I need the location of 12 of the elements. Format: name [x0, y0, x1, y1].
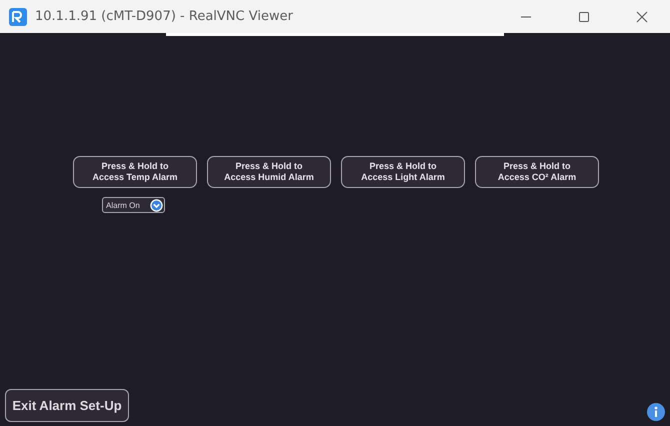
app-logo-icon [9, 8, 27, 26]
alarm-access-button[interactable]: Press & Hold to Access CO² Alarm [475, 156, 599, 188]
alarm-dropdown[interactable]: Alarm On [102, 197, 165, 213]
maximize-icon [578, 10, 590, 22]
close-icon [636, 10, 648, 22]
exit-button[interactable]: Exit Alarm Set-Up [5, 389, 129, 422]
window-title: 10.1.1.91 (cMT-D907) - RealVNC Viewer [35, 9, 294, 24]
alarm-access-button[interactable]: Press & Hold to Access Light Alarm [341, 156, 465, 188]
alarm-access-button[interactable]: Press & Hold to Access Humid Alarm [207, 156, 331, 188]
info-icon[interactable] [647, 403, 665, 421]
alarm-access-button[interactable]: Press & Hold to Access Temp Alarm [73, 156, 197, 188]
chevron-down-icon [150, 198, 163, 212]
